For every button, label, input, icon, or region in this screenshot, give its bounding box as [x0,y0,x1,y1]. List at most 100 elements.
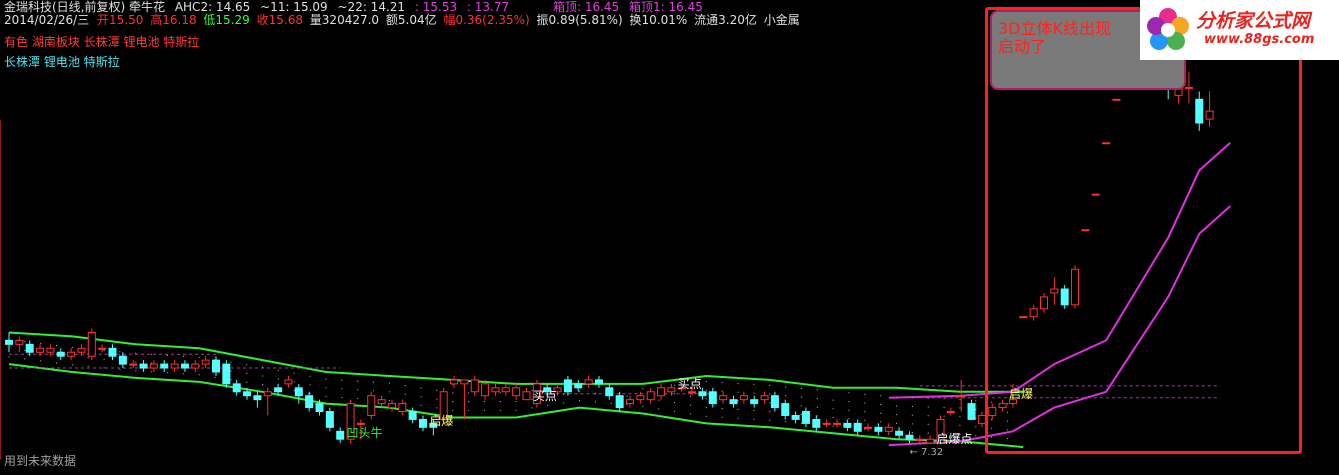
concept-tags-1: 有色 湖南板块 长株潭 锂电池 特斯拉 [4,35,200,49]
candle-body [263,391,272,397]
band-dot [452,392,454,394]
candle-body [770,395,779,409]
band-dot [943,398,945,400]
band-dot [71,346,73,349]
band-dot [943,415,945,417]
band-dot [642,388,644,390]
band-dot [277,378,279,380]
band-dot [499,409,501,411]
candle [108,344,117,361]
candle-body [222,363,231,385]
candle-body [512,387,521,397]
candle [812,415,821,432]
candle-body [67,351,76,357]
candle-body [905,434,914,440]
candle [626,395,634,408]
candle [522,387,531,401]
candle-body [212,359,220,373]
band-dot [230,379,232,381]
candle [98,344,107,353]
band-dot [309,375,311,377]
band-dot [8,356,10,358]
band-dot [309,384,311,386]
candle-body [708,391,717,405]
band-dot [404,393,406,395]
candle-body [884,426,893,432]
candle-body [915,438,924,441]
candle [729,395,738,408]
band-dot [357,389,359,391]
candle [253,391,262,408]
candle-body [336,430,345,440]
candle [781,399,790,420]
band-dot [642,405,644,407]
candle [170,360,179,372]
candle-body [201,359,210,365]
candle [708,387,717,408]
candle-body [315,403,324,413]
band-dot [87,357,89,359]
box-top-value: 箱顶: 16.45 [552,0,620,14]
band-dot [119,351,121,353]
candle-body [149,363,158,369]
band-dot [468,392,470,394]
band-dot [151,371,153,373]
candle-body [646,391,655,401]
band-dot [55,344,58,347]
band-dot [563,393,565,395]
candle-body [129,363,138,366]
ahc2-value: AHC2: 14.65 [174,0,251,14]
candle [760,391,769,404]
band-dot [674,384,676,386]
candle-body [87,331,96,357]
candle [367,391,376,420]
candle [67,348,76,361]
candle [594,375,603,388]
band-dot [975,400,977,402]
candle-body [812,418,821,428]
candle [149,360,158,372]
candle-body [98,347,107,350]
band-dot [689,413,692,415]
band-dot [626,395,628,397]
band-dot [404,384,406,387]
band-dot [135,361,137,363]
band-dot [816,415,818,417]
high-value: 高16.18 [150,13,197,27]
candle-body [874,426,883,432]
candle-body [584,379,593,385]
band-dot [594,392,597,394]
band-dot [880,403,882,406]
candle [615,391,624,412]
band-dot [959,416,961,418]
float-value: 流通3.20亿 [694,13,757,27]
band-dot [341,379,343,381]
band-dot [800,396,803,398]
band-dot [341,388,343,390]
candle-body [853,422,862,432]
flower-icon [1147,8,1189,50]
candle [336,427,345,444]
site-logo: 分析家公式网 www.88gs.com [1140,0,1339,60]
indicator-value-1: : 15.53 [414,0,458,14]
band-dot [230,361,232,363]
band-dot [515,409,517,411]
band-dot [103,349,105,352]
candle [160,360,169,372]
date-value: 2014/02/26/三 [4,13,90,27]
band-dot [848,418,850,420]
band-dot [166,354,169,356]
candle-body [760,395,769,401]
signal-label: 买点 [677,376,702,391]
band-dot [246,364,248,366]
band-dot [262,384,264,386]
candle [222,360,231,388]
candle [491,383,500,396]
candle-body [926,438,935,444]
band-dot [325,395,327,398]
band-dot [721,390,723,392]
band-dot [214,376,216,378]
candle-body [750,399,759,405]
band-dot [166,372,169,374]
band-dot [436,407,438,409]
